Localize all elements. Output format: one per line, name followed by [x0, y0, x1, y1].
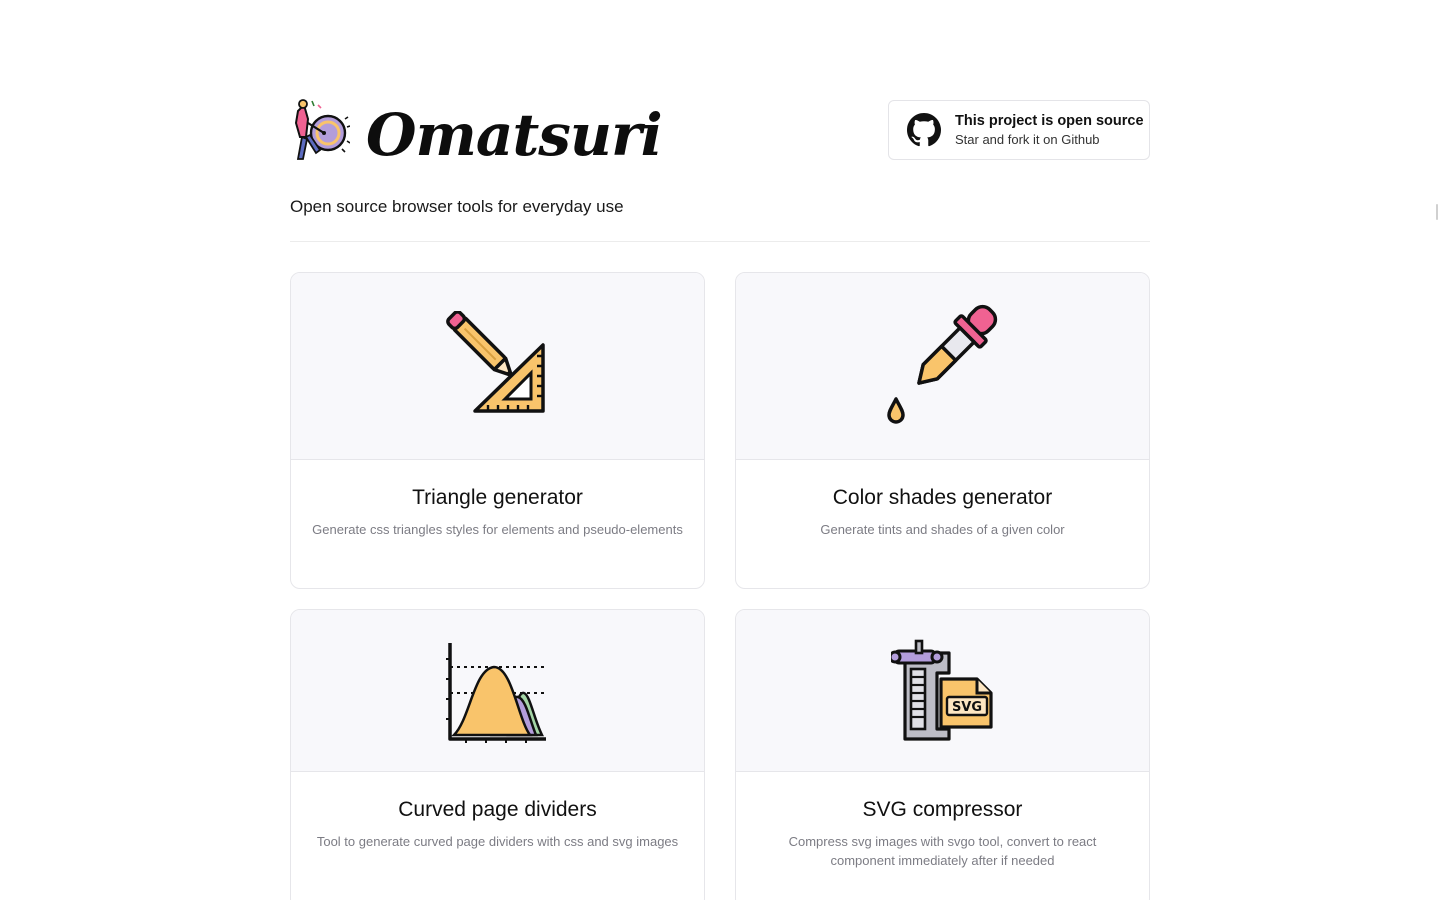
- svg-file-label: SVG: [951, 700, 981, 715]
- tool-card-color-shades-generator[interactable]: Color shades generator Generate tints an…: [735, 272, 1150, 589]
- tool-card-body: SVG compressor Compress svg images with …: [736, 798, 1149, 870]
- eyedropper-icon: [886, 304, 997, 424]
- brand-name: Omatsuri: [366, 101, 663, 169]
- scrollbar-thumb[interactable]: [1436, 204, 1438, 220]
- page: Omatsuri Open source browser tools for e…: [0, 0, 1440, 900]
- tool-card-title: Triangle generator: [412, 486, 583, 509]
- tagline: Open source browser tools for everyday u…: [290, 197, 624, 216]
- tool-card-title: Curved page dividers: [398, 798, 597, 821]
- site-header: Omatsuri Open source browser tools for e…: [290, 0, 1150, 242]
- tool-card-thumbnail: [736, 273, 1149, 460]
- tool-card-thumbnail: [291, 610, 704, 772]
- tool-card-curved-page-dividers[interactable]: Curved page dividers Tool to generate cu…: [290, 609, 705, 900]
- festival-drummer-logo-icon: [294, 99, 350, 160]
- github-card-text: This project is open source Star and for…: [955, 111, 1144, 149]
- tool-card-description: Generate css triangles styles for elemen…: [312, 522, 683, 537]
- tool-card-thumbnail: [291, 273, 704, 460]
- bell-curve-chart-icon: [445, 642, 546, 743]
- github-card-title: This project is open source: [955, 113, 1144, 129]
- tool-card-body: Curved page dividers Tool to generate cu…: [291, 798, 704, 851]
- tool-card-body: Triangle generator Generate css triangle…: [291, 486, 704, 539]
- main-container: Omatsuri Open source browser tools for e…: [290, 0, 1150, 900]
- tool-card-svg-compressor[interactable]: SVG SVG compressor Compress svg images w…: [735, 609, 1150, 900]
- tool-card-description: Tool to generate curved page dividers wi…: [316, 834, 679, 849]
- tool-card-body: Color shades generator Generate tints an…: [736, 486, 1149, 539]
- tool-card-description: Compress svg images with svgo tool, conv…: [788, 834, 1097, 868]
- pencil-set-square-icon: [445, 311, 545, 413]
- tool-card-title: SVG compressor: [862, 798, 1023, 821]
- tool-card-triangle-generator[interactable]: Triangle generator Generate css triangle…: [290, 272, 705, 589]
- github-link-card[interactable]: This project is open source Star and for…: [888, 100, 1150, 160]
- tool-card-description: Generate tints and shades of a given col…: [820, 522, 1065, 537]
- github-card-subtitle: Star and fork it on Github: [955, 132, 1100, 147]
- github-icon: [907, 113, 941, 147]
- tool-card-title: Color shades generator: [832, 486, 1053, 509]
- tool-card-thumbnail: SVG: [736, 610, 1149, 772]
- logo-link[interactable]: Omatsuri: [290, 97, 663, 173]
- svg-clamp-icon: SVG: [890, 639, 993, 741]
